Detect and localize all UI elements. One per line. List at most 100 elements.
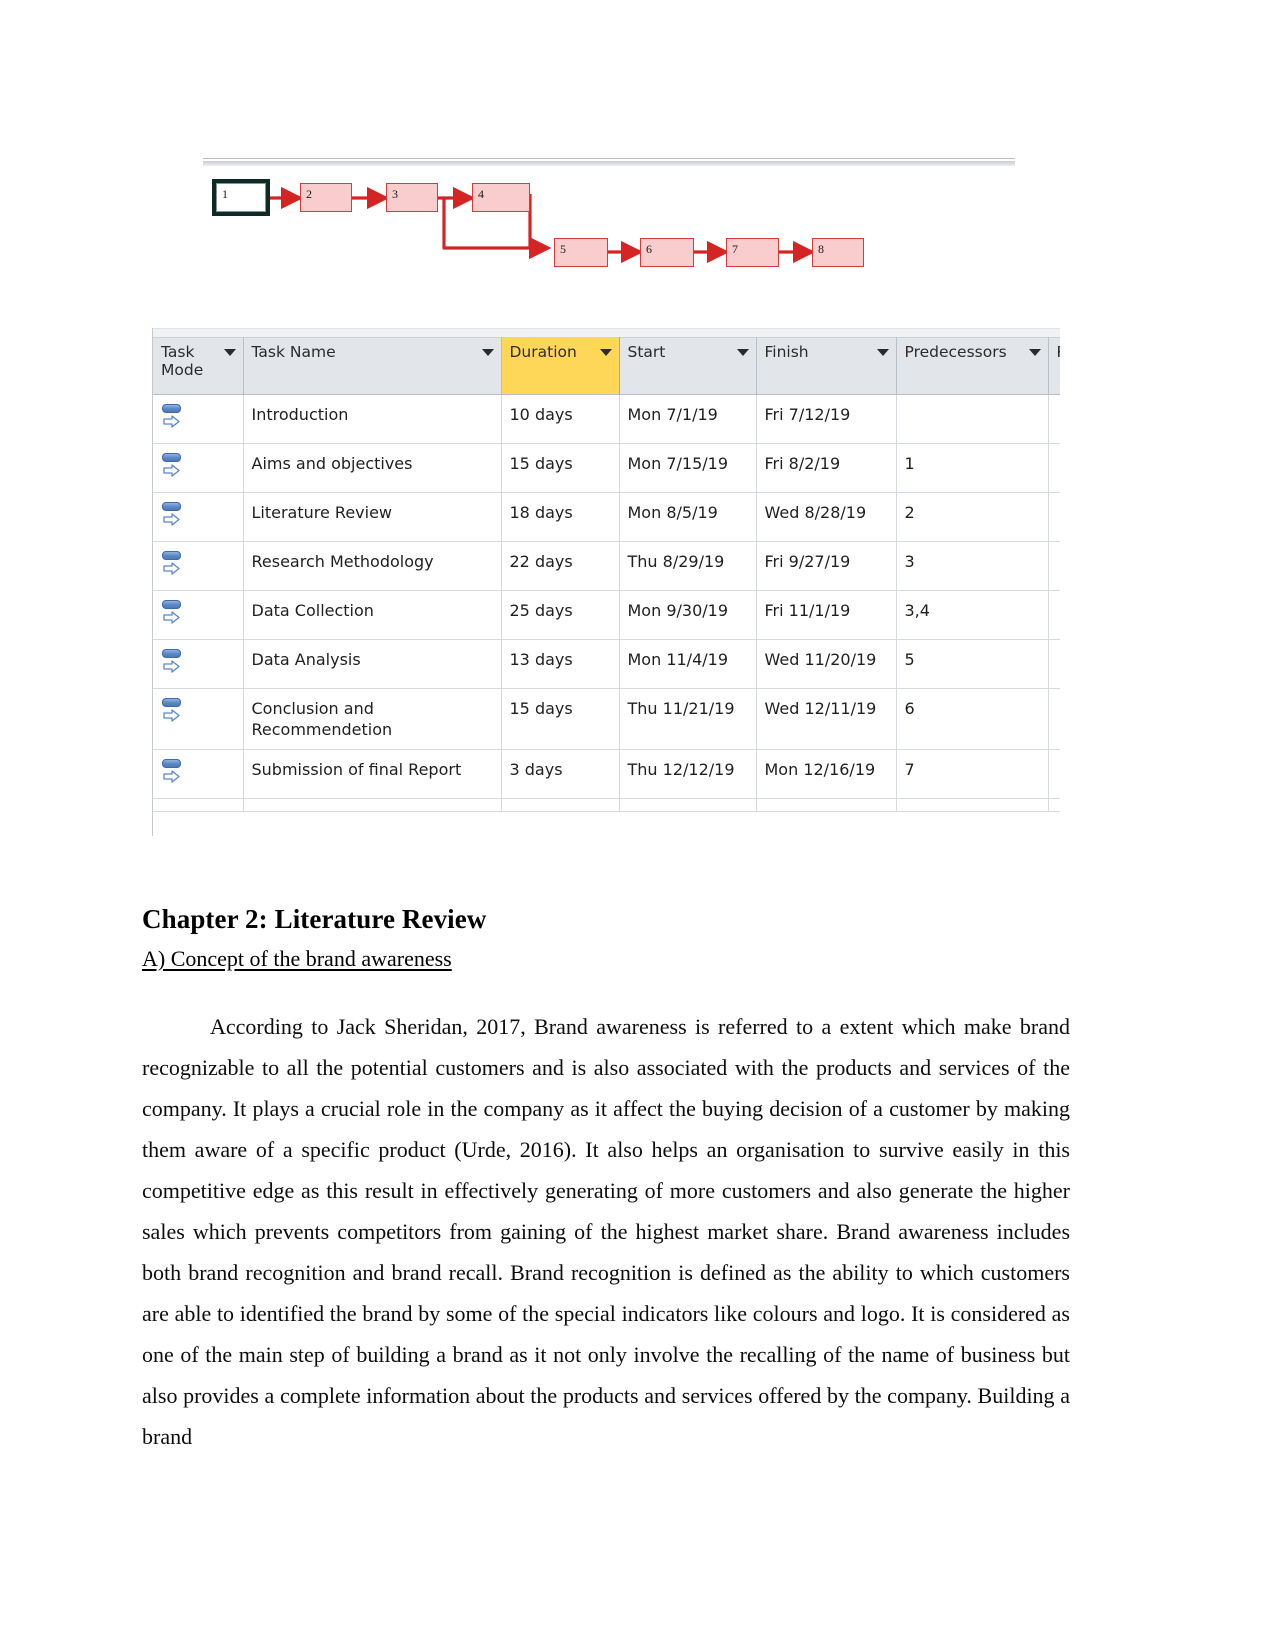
task-mode-cell[interactable]	[153, 492, 244, 542]
start-cell[interactable]: Thu 8/29/19	[619, 541, 757, 591]
auto-schedule-icon	[161, 759, 187, 789]
chevron-down-icon[interactable]	[599, 349, 612, 356]
predecessors-cell[interactable]: 3,4	[896, 590, 1049, 640]
resource-cell[interactable]	[1048, 639, 1060, 689]
predecessors-cell[interactable]: 1	[896, 443, 1049, 493]
finish-cell[interactable]: Mon 12/16/19	[756, 749, 897, 800]
auto-schedule-icon	[161, 698, 187, 728]
table-row[interactable]: Aims and objectives 15 days Mon 7/15/19 …	[153, 443, 1060, 493]
start-cell[interactable]	[619, 798, 757, 813]
duration-cell[interactable]: 15 days	[501, 688, 620, 751]
column-header-predecessors[interactable]: Predecessors	[896, 337, 1049, 395]
finish-cell[interactable]: Wed 11/20/19	[756, 639, 897, 689]
resource-cell[interactable]	[1048, 394, 1060, 444]
start-cell[interactable]: Mon 8/5/19	[619, 492, 757, 542]
duration-cell[interactable]: 13 days	[501, 639, 620, 689]
task-mode-cell[interactable]	[153, 688, 244, 751]
task-mode-cell[interactable]	[153, 590, 244, 640]
table-row[interactable]: Conclusion and Recommendetion 15 days Th…	[153, 688, 1060, 751]
auto-schedule-icon	[161, 600, 187, 630]
predecessors-cell[interactable]: 6	[896, 688, 1049, 751]
task-name-cell[interactable]: Aims and objectives	[243, 443, 502, 493]
task-name-cell[interactable]: Research Methodology	[243, 541, 502, 591]
resource-cell[interactable]	[1048, 798, 1060, 813]
task-name-cell[interactable]: Conclusion and Recommendetion	[243, 688, 502, 751]
task-name-cell[interactable]: Data Collection	[243, 590, 502, 640]
column-header-finish[interactable]: Finish	[756, 337, 897, 395]
start-cell[interactable]: Thu 11/21/19	[619, 688, 757, 751]
task-name-cell[interactable]: Data Analysis	[243, 639, 502, 689]
start-cell[interactable]: Mon 7/15/19	[619, 443, 757, 493]
finish-cell[interactable]: Fri 8/2/19	[756, 443, 897, 493]
network-node-2[interactable]: 2	[300, 183, 352, 212]
duration-cell[interactable]: 15 days	[501, 443, 620, 493]
network-node-1-label: 1	[222, 187, 228, 201]
table-row[interactable]: Data Analysis 13 days Mon 11/4/19 Wed 11…	[153, 639, 1060, 689]
table-row[interactable]: Data Collection 25 days Mon 9/30/19 Fri …	[153, 590, 1060, 640]
network-node-5[interactable]: 5	[554, 238, 608, 267]
predecessors-cell[interactable]	[896, 394, 1049, 444]
task-name-cell[interactable]: Introduction	[243, 394, 502, 444]
network-node-3[interactable]: 3	[386, 183, 438, 212]
duration-cell[interactable]: 18 days	[501, 492, 620, 542]
start-cell[interactable]: Mon 7/1/19	[619, 394, 757, 444]
column-header-resource-truncated[interactable]: R	[1048, 337, 1060, 395]
network-node-8[interactable]: 8	[812, 238, 864, 267]
task-mode-cell[interactable]	[153, 394, 244, 444]
task-mode-cell[interactable]	[153, 639, 244, 689]
predecessors-cell[interactable]	[896, 798, 1049, 813]
predecessors-cell[interactable]: 3	[896, 541, 1049, 591]
duration-cell[interactable]: 25 days	[501, 590, 620, 640]
task-name-cell[interactable]: Literature Review	[243, 492, 502, 542]
column-header-duration[interactable]: Duration	[501, 337, 620, 395]
predecessors-cell[interactable]: 5	[896, 639, 1049, 689]
finish-cell[interactable]: Fri 9/27/19	[756, 541, 897, 591]
network-node-7-label: 7	[732, 242, 738, 256]
network-node-4[interactable]: 4	[472, 183, 530, 212]
body-paragraph: According to Jack Sheridan, 2017, Brand …	[142, 1014, 1070, 1449]
column-header-task-mode[interactable]: Task Mode	[153, 337, 244, 395]
duration-cell[interactable]: 10 days	[501, 394, 620, 444]
network-node-6[interactable]: 6	[640, 238, 694, 267]
resource-cell[interactable]	[1048, 541, 1060, 591]
task-mode-cell[interactable]	[153, 749, 244, 800]
table-row-empty[interactable]	[153, 798, 1060, 813]
task-name-cell[interactable]: Submission of final Report	[243, 749, 502, 800]
resource-cell[interactable]	[1048, 749, 1060, 800]
chevron-down-icon[interactable]	[481, 349, 494, 356]
finish-cell[interactable]	[756, 798, 897, 813]
duration-cell[interactable]	[501, 798, 620, 813]
resource-cell[interactable]	[1048, 590, 1060, 640]
start-cell[interactable]: Mon 11/4/19	[619, 639, 757, 689]
table-row[interactable]: Introduction 10 days Mon 7/1/19 Fri 7/12…	[153, 394, 1060, 444]
table-row[interactable]: Research Methodology 22 days Thu 8/29/19…	[153, 541, 1060, 591]
task-name-cell[interactable]	[243, 798, 502, 813]
duration-cell[interactable]: 3 days	[501, 749, 620, 800]
task-mode-cell[interactable]	[153, 798, 244, 813]
network-node-7[interactable]: 7	[726, 238, 779, 267]
network-node-1[interactable]: 1	[212, 179, 270, 216]
chevron-down-icon[interactable]	[1028, 349, 1041, 356]
table-row[interactable]: Literature Review 18 days Mon 8/5/19 Wed…	[153, 492, 1060, 542]
network-node-5-label: 5	[560, 242, 566, 256]
column-header-start[interactable]: Start	[619, 337, 757, 395]
chevron-down-icon[interactable]	[736, 349, 749, 356]
predecessors-cell[interactable]: 2	[896, 492, 1049, 542]
chevron-down-icon[interactable]	[876, 349, 889, 356]
finish-cell[interactable]: Wed 12/11/19	[756, 688, 897, 751]
start-cell[interactable]: Thu 12/12/19	[619, 749, 757, 800]
start-cell[interactable]: Mon 9/30/19	[619, 590, 757, 640]
chevron-down-icon[interactable]	[223, 349, 236, 356]
task-mode-cell[interactable]	[153, 541, 244, 591]
finish-cell[interactable]: Fri 11/1/19	[756, 590, 897, 640]
predecessors-cell[interactable]: 7	[896, 749, 1049, 800]
resource-cell[interactable]	[1048, 492, 1060, 542]
finish-cell[interactable]: Wed 8/28/19	[756, 492, 897, 542]
column-header-task-name[interactable]: Task Name	[243, 337, 502, 395]
task-mode-cell[interactable]	[153, 443, 244, 493]
resource-cell[interactable]	[1048, 688, 1060, 751]
table-row[interactable]: Submission of final Report 3 days Thu 12…	[153, 749, 1060, 800]
resource-cell[interactable]	[1048, 443, 1060, 493]
duration-cell[interactable]: 22 days	[501, 541, 620, 591]
finish-cell[interactable]: Fri 7/12/19	[756, 394, 897, 444]
